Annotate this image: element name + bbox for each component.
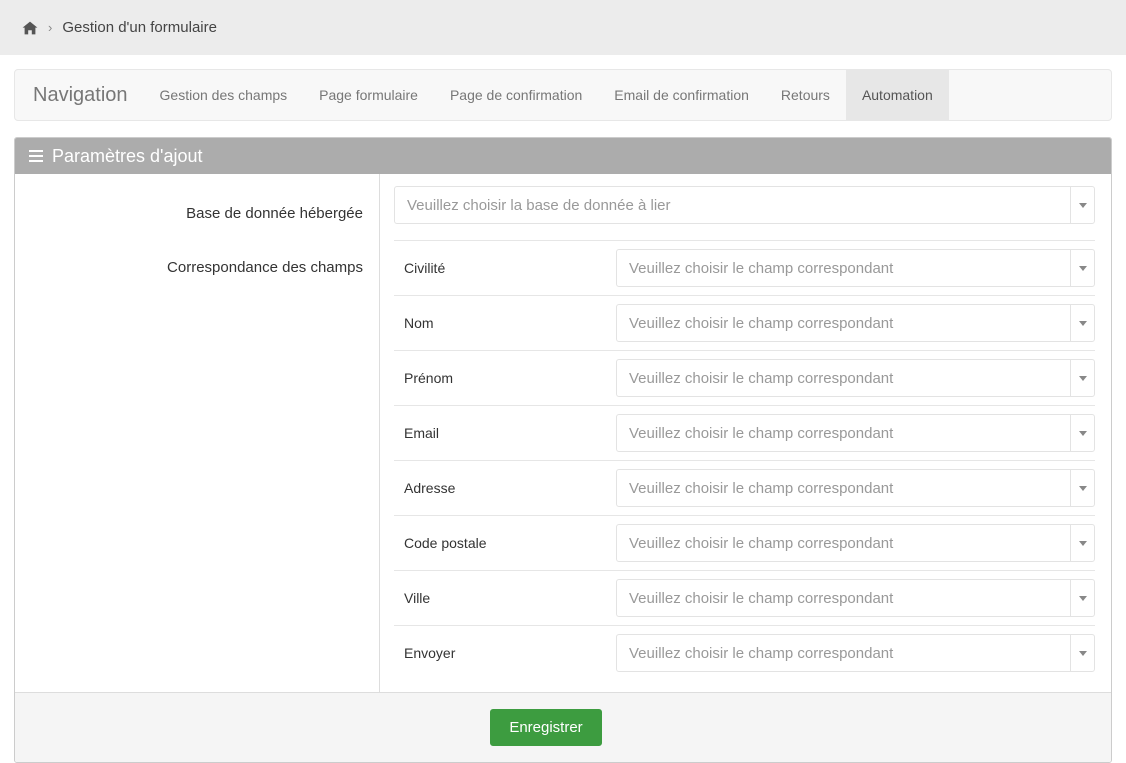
hamburger-icon [29, 147, 43, 165]
chevron-down-icon[interactable] [1070, 187, 1094, 223]
breadcrumb-bar: › Gestion d'un formulaire [0, 0, 1126, 55]
panel-header: Paramètres d'ajout [15, 138, 1111, 174]
mapping-select-placeholder: Veuillez choisir le champ correspondant [617, 315, 1070, 332]
chevron-down-icon[interactable] [1070, 470, 1094, 506]
chevron-down-icon[interactable] [1070, 580, 1094, 616]
chevron-down-icon[interactable] [1070, 250, 1094, 286]
mapping-select-nom[interactable]: Veuillez choisir le champ correspondant [616, 304, 1095, 342]
tab-automation[interactable]: Automation [846, 70, 949, 120]
breadcrumb: › Gestion d'un formulaire [22, 19, 217, 36]
mapping-field-label: Prénom [394, 370, 616, 386]
labels-column: Base de donnée hébergée Correspondance d… [15, 174, 380, 692]
mapping-row-envoyer: Envoyer Veuillez choisir le champ corres… [394, 625, 1095, 680]
nav-brand: Navigation [15, 70, 144, 120]
navigation-tabs: Navigation Gestion des champs Page formu… [14, 69, 1112, 121]
mapping-field-label: Envoyer [394, 645, 616, 661]
mapping-select-wrapper: Veuillez choisir le champ correspondant [616, 359, 1095, 397]
mapping-field-label: Nom [394, 315, 616, 331]
mapping-select-adresse[interactable]: Veuillez choisir le champ correspondant [616, 469, 1095, 507]
mapping-select-email[interactable]: Veuillez choisir le champ correspondant [616, 414, 1095, 452]
mapping-select-wrapper: Veuillez choisir le champ correspondant [616, 634, 1095, 672]
mapping-select-prenom[interactable]: Veuillez choisir le champ correspondant [616, 359, 1095, 397]
tab-gestion-des-champs[interactable]: Gestion des champs [144, 70, 304, 120]
panel-body: Base de donnée hébergée Correspondance d… [15, 174, 1111, 692]
home-icon[interactable] [22, 21, 38, 35]
mapping-select-civilite[interactable]: Veuillez choisir le champ correspondant [616, 249, 1095, 287]
settings-panel: Paramètres d'ajout Base de donnée héberg… [14, 137, 1112, 763]
tab-page-formulaire[interactable]: Page formulaire [303, 70, 434, 120]
chevron-down-icon[interactable] [1070, 360, 1094, 396]
tab-email-de-confirmation[interactable]: Email de confirmation [598, 70, 765, 120]
mapping-select-placeholder: Veuillez choisir le champ correspondant [617, 370, 1070, 387]
mapping-select-wrapper: Veuillez choisir le champ correspondant [616, 304, 1095, 342]
chevron-down-icon[interactable] [1070, 635, 1094, 671]
mapping-select-code-postale[interactable]: Veuillez choisir le champ correspondant [616, 524, 1095, 562]
mapping-select-wrapper: Veuillez choisir le champ correspondant [616, 249, 1095, 287]
database-select-placeholder: Veuillez choisir la base de donnée à lie… [395, 197, 1070, 214]
mapping-row-civilite: Civilité Veuillez choisir le champ corre… [394, 240, 1095, 295]
mapping-row-code-postale: Code postale Veuillez choisir le champ c… [394, 515, 1095, 570]
mapping-row-ville: Ville Veuillez choisir le champ correspo… [394, 570, 1095, 625]
mapping-select-wrapper: Veuillez choisir le champ correspondant [616, 524, 1095, 562]
mapping-field-label: Civilité [394, 260, 616, 276]
database-label: Base de donnée hébergée [15, 194, 379, 234]
breadcrumb-separator-icon: › [48, 20, 52, 35]
mapping-select-wrapper: Veuillez choisir le champ correspondant [616, 414, 1095, 452]
fields-column: Veuillez choisir la base de donnée à lie… [380, 174, 1111, 692]
mapping-select-placeholder: Veuillez choisir le champ correspondant [617, 425, 1070, 442]
chevron-down-icon[interactable] [1070, 305, 1094, 341]
breadcrumb-current: Gestion d'un formulaire [62, 19, 217, 36]
mapping-select-ville[interactable]: Veuillez choisir le champ correspondant [616, 579, 1095, 617]
mapping-field-label: Adresse [394, 480, 616, 496]
save-button[interactable]: Enregistrer [490, 709, 601, 746]
mapping-row-prenom: Prénom Veuillez choisir le champ corresp… [394, 350, 1095, 405]
chevron-down-icon[interactable] [1070, 525, 1094, 561]
database-select[interactable]: Veuillez choisir la base de donnée à lie… [394, 186, 1095, 224]
panel-title: Paramètres d'ajout [52, 147, 203, 165]
tab-retours[interactable]: Retours [765, 70, 846, 120]
mapping-row-adresse: Adresse Veuillez choisir le champ corres… [394, 460, 1095, 515]
mapping-select-wrapper: Veuillez choisir le champ correspondant [616, 579, 1095, 617]
mapping-row-nom: Nom Veuillez choisir le champ correspond… [394, 295, 1095, 350]
mapping-field-label: Ville [394, 590, 616, 606]
mapping-field-label: Email [394, 425, 616, 441]
mapping-row-email: Email Veuillez choisir le champ correspo… [394, 405, 1095, 460]
chevron-down-icon[interactable] [1070, 415, 1094, 451]
mapping-label: Correspondance des champs [15, 248, 379, 288]
mapping-select-placeholder: Veuillez choisir le champ correspondant [617, 480, 1070, 497]
mapping-select-placeholder: Veuillez choisir le champ correspondant [617, 260, 1070, 277]
navigation-wrapper: Navigation Gestion des champs Page formu… [0, 55, 1126, 121]
field-mapping-list: Civilité Veuillez choisir le champ corre… [394, 240, 1095, 680]
mapping-select-placeholder: Veuillez choisir le champ correspondant [617, 535, 1070, 552]
panel-footer: Enregistrer [15, 692, 1111, 762]
mapping-field-label: Code postale [394, 535, 616, 551]
mapping-select-placeholder: Veuillez choisir le champ correspondant [617, 645, 1070, 662]
tab-page-de-confirmation[interactable]: Page de confirmation [434, 70, 598, 120]
mapping-select-placeholder: Veuillez choisir le champ correspondant [617, 590, 1070, 607]
mapping-select-envoyer[interactable]: Veuillez choisir le champ correspondant [616, 634, 1095, 672]
mapping-select-wrapper: Veuillez choisir le champ correspondant [616, 469, 1095, 507]
